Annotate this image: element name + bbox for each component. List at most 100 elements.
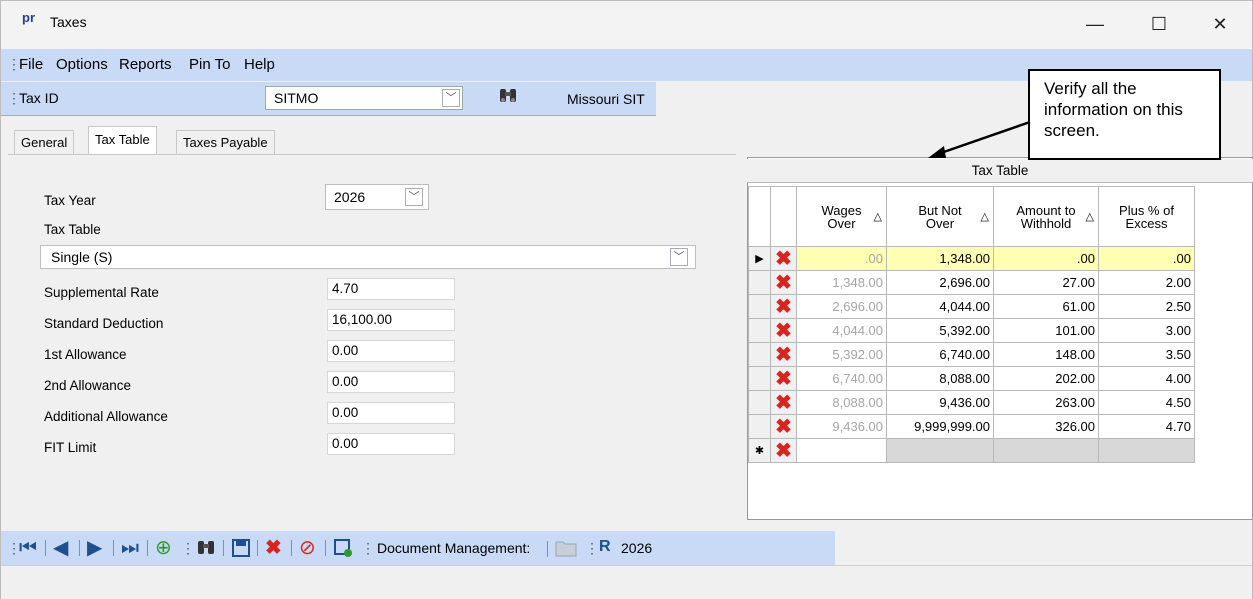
cell-but-not-over[interactable]: 5,392.00 <box>886 318 994 343</box>
new-row[interactable]: ✱ ✖ <box>748 438 1195 463</box>
toolbar-grip-icon[interactable]: ⋮ <box>361 540 375 557</box>
cell-amount-to-withhold[interactable]: 202.00 <box>993 366 1099 391</box>
delete-row-icon[interactable]: ✖ <box>770 318 797 343</box>
cell-amount-to-withhold[interactable]: 326.00 <box>993 414 1099 439</box>
add-icon[interactable]: ⊕ <box>155 538 172 558</box>
delete-row-icon[interactable]: ✖ <box>770 270 797 295</box>
cell-plus-percent[interactable]: 3.50 <box>1098 342 1195 367</box>
cell-wages-over[interactable]: .00 <box>796 246 887 271</box>
delete-row-icon[interactable]: ✖ <box>770 342 797 367</box>
table-row[interactable]: ✖ 9,436.00 9,999,999.00 326.00 4.70 <box>748 414 1195 439</box>
maximize-button[interactable]: ☐ <box>1134 6 1184 42</box>
menu-help[interactable]: Help <box>244 56 275 73</box>
supplemental-rate-field[interactable]: 4.70 <box>327 278 455 300</box>
cell-amount-to-withhold[interactable]: 61.00 <box>993 294 1099 319</box>
table-row[interactable]: ✖ 6,740.00 8,088.00 202.00 4.00 <box>748 366 1195 391</box>
cell-plus-percent[interactable]: 4.70 <box>1098 414 1195 439</box>
delete-row-icon[interactable]: ✖ <box>770 390 797 415</box>
menu-pin-to[interactable]: Pin To <box>189 56 230 73</box>
binoculars-icon[interactable] <box>497 86 521 108</box>
row-header[interactable] <box>748 270 771 295</box>
cell-but-not-over[interactable]: 9,436.00 <box>886 390 994 415</box>
new-cell-wages-over[interactable] <box>796 438 887 463</box>
row-header[interactable] <box>748 414 771 439</box>
row-header[interactable] <box>748 318 771 343</box>
cell-wages-over[interactable]: 5,392.00 <box>796 342 887 367</box>
cell-wages-over[interactable]: 9,436.00 <box>796 414 887 439</box>
cell-but-not-over[interactable]: 2,696.00 <box>886 270 994 295</box>
delete-row-icon[interactable]: ✖ <box>770 246 797 271</box>
toolbar-grip-icon[interactable]: ⋮ <box>181 540 195 557</box>
cell-plus-percent[interactable]: 4.00 <box>1098 366 1195 391</box>
column-but-not-over[interactable]: But Not Over △ <box>886 186 994 247</box>
find-icon[interactable] <box>195 538 217 561</box>
cell-but-not-over[interactable]: 9,999,999.00 <box>886 414 994 439</box>
cell-but-not-over[interactable]: 4,044.00 <box>886 294 994 319</box>
cell-wages-over[interactable]: 2,696.00 <box>796 294 887 319</box>
close-button[interactable]: ✕ <box>1195 6 1245 42</box>
new-cell-but-not-over[interactable] <box>886 438 994 463</box>
fit-limit-field[interactable]: 0.00 <box>327 433 455 455</box>
row-header[interactable] <box>748 366 771 391</box>
cancel-icon[interactable]: ⊘ <box>299 538 316 558</box>
new-cell-plus-percent[interactable] <box>1098 438 1195 463</box>
menu-reports[interactable]: Reports <box>119 56 172 73</box>
second-allowance-field[interactable]: 0.00 <box>327 371 455 393</box>
cell-wages-over[interactable]: 4,044.00 <box>796 318 887 343</box>
additional-allowance-field[interactable]: 0.00 <box>327 402 455 424</box>
cell-wages-over[interactable]: 1,348.00 <box>796 270 887 295</box>
toolbar-grip-icon[interactable]: ⋮ <box>585 540 599 557</box>
folder-icon[interactable] <box>555 539 577 560</box>
tab-general[interactable]: General <box>14 130 75 154</box>
table-row[interactable]: ▶ ✖ .00 1,348.00 .00 .00 <box>748 246 1195 271</box>
table-row[interactable]: ✖ 8,088.00 9,436.00 263.00 4.50 <box>748 390 1195 415</box>
first-record-icon[interactable]: ⏮ <box>19 538 37 558</box>
cell-amount-to-withhold[interactable]: 148.00 <box>993 342 1099 367</box>
cell-but-not-over[interactable]: 1,348.00 <box>886 246 994 271</box>
delete-icon[interactable]: ✖ <box>265 538 282 558</box>
cell-wages-over[interactable]: 6,740.00 <box>796 366 887 391</box>
next-record-icon[interactable]: ▶ <box>87 538 102 558</box>
report-icon[interactable]: R <box>599 538 611 556</box>
menu-file[interactable]: File <box>19 56 43 73</box>
tax-table-combo[interactable]: Single (S) ﹀ <box>40 245 696 269</box>
chevron-down-icon[interactable]: ﹀ <box>405 188 423 206</box>
column-amount-to-withhold[interactable]: Amount to Withhold △ <box>993 186 1099 247</box>
cell-but-not-over[interactable]: 8,088.00 <box>886 366 994 391</box>
cell-plus-percent[interactable]: .00 <box>1098 246 1195 271</box>
cell-amount-to-withhold[interactable]: 263.00 <box>993 390 1099 415</box>
cell-but-not-over[interactable]: 6,740.00 <box>886 342 994 367</box>
save-new-icon[interactable] <box>333 538 353 562</box>
cell-plus-percent[interactable]: 4.50 <box>1098 390 1195 415</box>
row-header[interactable] <box>748 390 771 415</box>
save-icon[interactable] <box>231 538 251 562</box>
cell-amount-to-withhold[interactable]: 101.00 <box>993 318 1099 343</box>
first-allowance-field[interactable]: 0.00 <box>327 340 455 362</box>
chevron-down-icon[interactable]: ﹀ <box>442 89 460 107</box>
cell-plus-percent[interactable]: 3.00 <box>1098 318 1195 343</box>
delete-row-icon[interactable]: ✖ <box>770 414 797 439</box>
delete-row-icon[interactable]: ✖ <box>770 366 797 391</box>
column-wages-over[interactable]: Wages Over △ <box>796 186 887 247</box>
table-row[interactable]: ✖ 2,696.00 4,044.00 61.00 2.50 <box>748 294 1195 319</box>
cell-amount-to-withhold[interactable]: 27.00 <box>993 270 1099 295</box>
cell-wages-over[interactable]: 8,088.00 <box>796 390 887 415</box>
cell-plus-percent[interactable]: 2.00 <box>1098 270 1195 295</box>
new-cell-amount-to-withhold[interactable] <box>993 438 1099 463</box>
row-header[interactable] <box>748 294 771 319</box>
menu-options[interactable]: Options <box>56 56 108 73</box>
table-row[interactable]: ✖ 4,044.00 5,392.00 101.00 3.00 <box>748 318 1195 343</box>
row-header[interactable] <box>748 342 771 367</box>
previous-record-icon[interactable]: ◀ <box>53 538 68 558</box>
column-plus-percent-of-excess[interactable]: Plus % of Excess <box>1098 186 1195 247</box>
chevron-down-icon[interactable]: ﹀ <box>670 248 688 266</box>
cell-amount-to-withhold[interactable]: .00 <box>993 246 1099 271</box>
last-record-icon[interactable]: ⏭ <box>121 538 139 558</box>
tax-year-combo[interactable]: 2026 ﹀ <box>325 184 429 210</box>
minimize-button[interactable]: — <box>1070 6 1120 42</box>
table-row[interactable]: ✖ 5,392.00 6,740.00 148.00 3.50 <box>748 342 1195 367</box>
delete-row-icon[interactable]: ✖ <box>770 438 797 463</box>
delete-row-icon[interactable]: ✖ <box>770 294 797 319</box>
tax-id-combo[interactable]: SITMO ﹀ <box>265 86 463 110</box>
tab-taxes-payable[interactable]: Taxes Payable <box>176 130 275 154</box>
